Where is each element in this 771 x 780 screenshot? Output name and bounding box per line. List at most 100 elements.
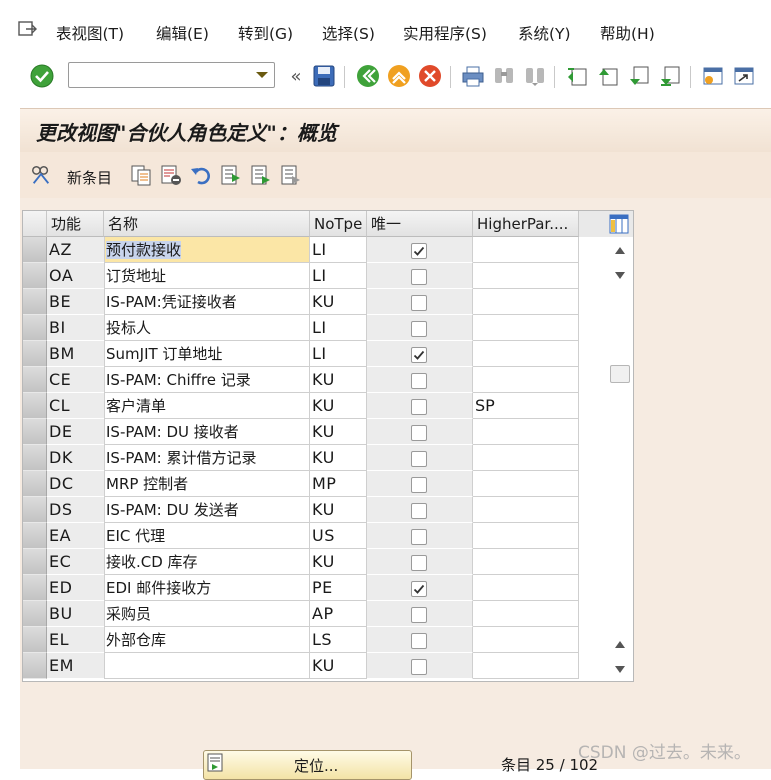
cell-name-input[interactable]: MRP 控制者: [104, 471, 310, 497]
unique-checkbox[interactable]: [411, 529, 427, 545]
menu-edit[interactable]: 编辑(E): [156, 22, 209, 44]
cell-name-input[interactable]: 预付款接收: [104, 237, 310, 263]
undo-icon[interactable]: [190, 163, 212, 187]
unique-checkbox[interactable]: [411, 477, 427, 493]
cell-higher-partner[interactable]: [473, 627, 579, 653]
cell-higher-partner[interactable]: [473, 237, 579, 263]
unique-checkbox[interactable]: [411, 503, 427, 519]
column-header-higher-partner[interactable]: HigherPar....: [473, 211, 579, 237]
cell-notpe[interactable]: LS: [310, 627, 367, 653]
cell-higher-partner[interactable]: [473, 523, 579, 549]
position-button[interactable]: 定位...: [203, 750, 412, 780]
cell-name-input[interactable]: IS-PAM: Chiffre 记录: [104, 367, 310, 393]
row-selector[interactable]: [23, 419, 47, 445]
menu-utilities[interactable]: 实用程序(S): [403, 22, 487, 44]
deselect-all-icon[interactable]: [280, 163, 302, 187]
cell-higher-partner[interactable]: [473, 601, 579, 627]
row-selector[interactable]: [23, 653, 47, 679]
create-shortcut-icon[interactable]: [732, 63, 756, 89]
column-header-unique[interactable]: 唯一: [367, 211, 473, 237]
row-selector[interactable]: [23, 549, 47, 575]
cell-name-input[interactable]: 外部仓库: [104, 627, 310, 653]
cell-higher-partner[interactable]: [473, 445, 579, 471]
menu-goto[interactable]: 转到(G): [238, 22, 293, 44]
cell-notpe[interactable]: KU: [310, 497, 367, 523]
scroll-down-icon[interactable]: [615, 666, 625, 673]
create-session-icon[interactable]: [701, 63, 725, 89]
print-icon[interactable]: [461, 63, 485, 89]
select-block-icon[interactable]: [250, 163, 272, 187]
cell-higher-partner[interactable]: [473, 575, 579, 601]
cell-notpe[interactable]: AP: [310, 601, 367, 627]
cell-name-input[interactable]: EDI 邮件接收方: [104, 575, 310, 601]
cell-higher-partner[interactable]: [473, 315, 579, 341]
double-chevron-left-icon[interactable]: «: [284, 63, 308, 89]
cancel-icon[interactable]: [418, 63, 442, 89]
cell-notpe[interactable]: LI: [310, 315, 367, 341]
cell-higher-partner[interactable]: [473, 367, 579, 393]
cell-name-input[interactable]: 订货地址: [104, 263, 310, 289]
menu-select[interactable]: 选择(S): [322, 22, 375, 44]
cell-name-input[interactable]: SumJIT 订单地址: [104, 341, 310, 367]
scrollbar-thumb[interactable]: [610, 365, 630, 383]
row-selector[interactable]: [23, 315, 47, 341]
row-selector[interactable]: [23, 497, 47, 523]
row-selector[interactable]: [23, 393, 47, 419]
scroll-page-up-icon[interactable]: [615, 641, 625, 648]
row-selector[interactable]: [23, 367, 47, 393]
cell-notpe[interactable]: KU: [310, 289, 367, 315]
cell-name-input[interactable]: IS-PAM: DU 接收者: [104, 419, 310, 445]
unique-checkbox[interactable]: [411, 607, 427, 623]
cell-name-input[interactable]: IS-PAM: DU 发送者: [104, 497, 310, 523]
row-selector[interactable]: [23, 237, 47, 263]
cell-notpe[interactable]: LI: [310, 237, 367, 263]
chevron-down-icon[interactable]: [256, 72, 268, 78]
first-page-icon[interactable]: [565, 63, 589, 89]
select-all-icon[interactable]: [220, 163, 242, 187]
cell-name-input[interactable]: EIC 代理: [104, 523, 310, 549]
save-icon[interactable]: [312, 63, 336, 89]
unique-checkbox[interactable]: [411, 555, 427, 571]
back-icon[interactable]: [356, 63, 380, 89]
cell-name-input[interactable]: 接收.CD 库存: [104, 549, 310, 575]
unique-checkbox[interactable]: [411, 581, 427, 597]
previous-page-icon[interactable]: [596, 63, 620, 89]
cell-higher-partner[interactable]: SP: [473, 393, 579, 419]
unique-checkbox[interactable]: [411, 347, 427, 363]
cell-name-input[interactable]: 采购员: [104, 601, 310, 627]
menu-exit-icon[interactable]: [18, 20, 38, 38]
new-entries-button[interactable]: 新条目: [67, 167, 112, 188]
unique-checkbox[interactable]: [411, 425, 427, 441]
column-header-function[interactable]: 功能: [47, 211, 104, 237]
row-selector[interactable]: [23, 445, 47, 471]
row-selector[interactable]: [23, 601, 47, 627]
cell-notpe[interactable]: KU: [310, 367, 367, 393]
unique-checkbox[interactable]: [411, 633, 427, 649]
scroll-page-down-icon[interactable]: [615, 272, 625, 279]
unique-checkbox[interactable]: [411, 373, 427, 389]
unique-checkbox[interactable]: [411, 321, 427, 337]
cell-higher-partner[interactable]: [473, 471, 579, 497]
unique-checkbox[interactable]: [411, 269, 427, 285]
unique-checkbox[interactable]: [411, 659, 427, 675]
cell-notpe[interactable]: KU: [310, 393, 367, 419]
menu-help[interactable]: 帮助(H): [600, 22, 655, 44]
row-selector[interactable]: [23, 289, 47, 315]
next-page-icon[interactable]: [627, 63, 651, 89]
cell-notpe[interactable]: PE: [310, 575, 367, 601]
menu-system[interactable]: 系统(Y): [518, 22, 571, 44]
find-icon[interactable]: [492, 63, 516, 89]
cell-higher-partner[interactable]: [473, 419, 579, 445]
row-selector[interactable]: [23, 263, 47, 289]
cell-notpe[interactable]: LI: [310, 263, 367, 289]
cell-notpe[interactable]: KU: [310, 549, 367, 575]
cell-higher-partner[interactable]: [473, 549, 579, 575]
find-next-icon[interactable]: [523, 63, 547, 89]
cell-higher-partner[interactable]: [473, 263, 579, 289]
command-field[interactable]: [68, 62, 275, 88]
unique-checkbox[interactable]: [411, 243, 427, 259]
row-selector[interactable]: [23, 523, 47, 549]
exit-icon[interactable]: [387, 63, 411, 89]
cell-higher-partner[interactable]: [473, 341, 579, 367]
unique-checkbox[interactable]: [411, 295, 427, 311]
